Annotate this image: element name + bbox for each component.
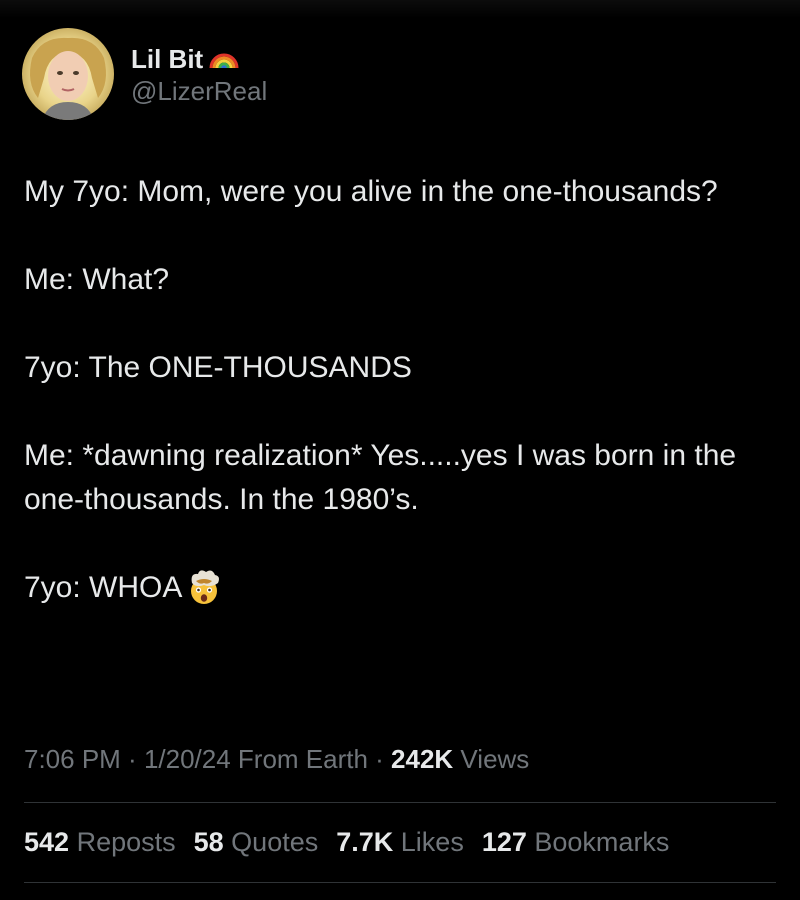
quotes-count: 58	[193, 827, 224, 857]
views-label: Views	[453, 744, 530, 774]
tweet-meta: 7:06 PM · 1/20/24 From Earth · 242K View…	[24, 744, 529, 775]
quotes-label: Quotes	[223, 827, 319, 857]
tweet-line: 7yo: WHOA	[24, 571, 183, 604]
views-count: 242K	[391, 744, 454, 774]
divider	[24, 882, 776, 883]
avatar[interactable]	[22, 28, 114, 120]
exploding-head-icon	[186, 569, 222, 618]
top-edge	[0, 0, 800, 18]
engagement-stats: 542 Reposts 58 Quotes 7.7K Likes 127 Boo…	[24, 827, 669, 858]
tweet-source: From Earth	[230, 744, 368, 774]
author-handle[interactable]: @LizerReal	[131, 76, 267, 107]
tweet-date[interactable]: 1/20/24	[144, 744, 231, 774]
tweet-line: Me: What?	[24, 263, 170, 296]
reposts-count: 542	[24, 827, 70, 857]
tweet-line: My 7yo: Mom, were you alive in the one-t…	[24, 175, 718, 208]
divider	[24, 802, 776, 803]
tweet-line: 7yo: The ONE-THOUSANDS	[24, 351, 412, 384]
tweet-time[interactable]: 7:06 PM	[24, 744, 121, 774]
avatar-photo	[22, 28, 114, 120]
meta-separator: ·	[120, 744, 144, 774]
bookmarks-count: 127	[481, 827, 527, 857]
rainbow-icon	[209, 44, 239, 75]
quotes-stat[interactable]: 58 Quotes	[194, 827, 319, 858]
tweet-line: Me: *dawning realization* Yes.....yes I …	[24, 439, 737, 516]
display-name[interactable]: Lil Bit	[131, 44, 203, 75]
tweet-text: My 7yo: Mom, were you alive in the one-t…	[24, 170, 774, 618]
likes-stat[interactable]: 7.7K Likes	[336, 827, 464, 858]
meta-separator: ·	[367, 744, 392, 774]
reposts-label: Reposts	[69, 827, 176, 857]
tweet-last-line: 7yo: WHOA	[24, 566, 774, 618]
bookmarks-label: Bookmarks	[526, 827, 670, 857]
bookmarks-stat[interactable]: 127 Bookmarks	[482, 827, 670, 858]
reposts-stat[interactable]: 542 Reposts	[24, 827, 176, 858]
likes-count: 7.7K	[336, 827, 394, 857]
author-name-row[interactable]: Lil Bit	[131, 44, 239, 75]
likes-label: Likes	[393, 827, 464, 857]
